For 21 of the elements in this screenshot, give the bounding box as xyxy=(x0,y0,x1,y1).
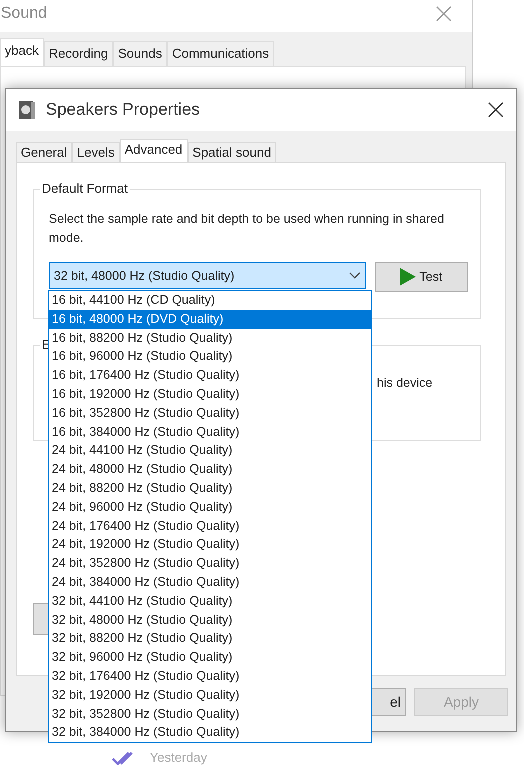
window-title: Sound xyxy=(0,5,48,23)
tab[interactable]: Communications xyxy=(167,41,274,66)
date-label: Yesterday xyxy=(150,750,208,765)
tab[interactable]: Levels xyxy=(72,142,120,162)
description-text: Select the sample rate and bit depth to be used when running in shared mode. xyxy=(49,211,446,247)
test-button[interactable]: Test xyxy=(374,262,468,292)
speaker-icon xyxy=(18,100,36,120)
close-icon[interactable] xyxy=(488,102,504,118)
tab[interactable]: Sounds xyxy=(113,41,168,66)
option-text: his device xyxy=(377,376,433,390)
tab[interactable]: yback xyxy=(0,38,44,66)
dropdown-option[interactable]: 16 bit, 48000 Hz (DVD Quality) xyxy=(49,310,371,329)
tab[interactable]: Spatial sound xyxy=(188,142,276,162)
tab[interactable]: Advanced xyxy=(120,139,188,162)
play-icon xyxy=(400,268,416,286)
dialog-title: Speakers Properties xyxy=(46,100,202,120)
tab[interactable]: General xyxy=(16,142,72,162)
format-dropdown[interactable]: 32 bit, 48000 Hz (Studio Quality) xyxy=(49,262,366,289)
chevron-icon xyxy=(348,272,361,280)
tab[interactable]: Recording xyxy=(44,41,114,66)
group-heading: Default Format xyxy=(40,181,130,196)
